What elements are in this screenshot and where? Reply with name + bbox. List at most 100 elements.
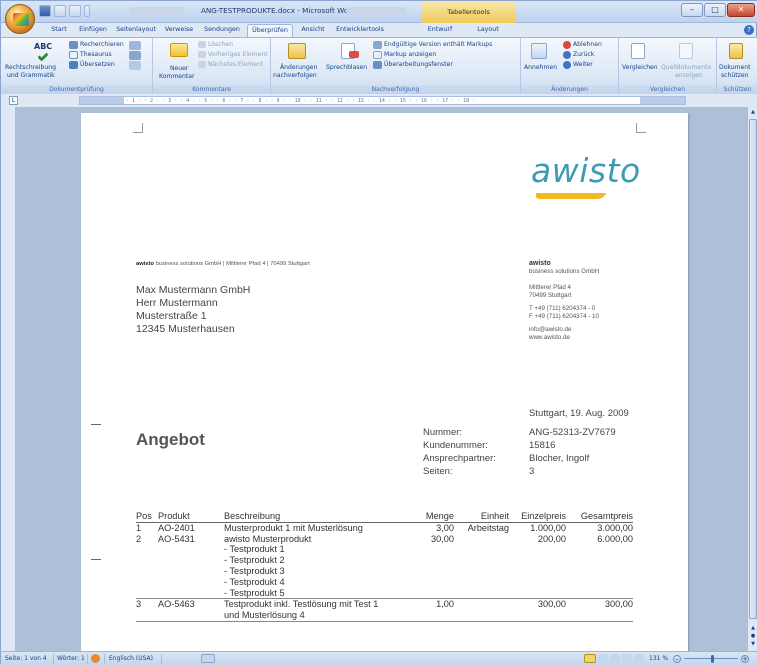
office-button[interactable] — [5, 4, 35, 34]
delete-comment-icon — [198, 41, 206, 48]
sender-text: business solutions GmbH | Mittlerer Pfad… — [155, 261, 310, 267]
macro-record-icon[interactable] — [201, 654, 215, 663]
web-layout-view-icon[interactable] — [610, 654, 620, 663]
research-button[interactable]: Recherchieren — [80, 41, 124, 49]
save-icon[interactable] — [39, 5, 51, 17]
tab-verweise[interactable]: Verweise — [161, 24, 197, 37]
tab-ueberpruefen[interactable]: Überprüfen — [247, 24, 293, 37]
crop-mark — [133, 123, 143, 133]
final-markup-icon — [373, 41, 382, 49]
reviewing-pane-button[interactable]: Überarbeitungsfenster — [384, 61, 453, 69]
cell-pos: 1 — [136, 522, 142, 533]
previous-comment-button[interactable]: Vorheriges Element — [208, 51, 268, 59]
divider — [87, 654, 88, 664]
ribbon: ABC Rechtschreibung und Grammatik Recher… — [1, 37, 757, 95]
group-label: Nachverfolgung — [271, 85, 520, 94]
description-line: - Testprodukt 3 — [224, 565, 285, 576]
document-area[interactable]: awisto awisto business solutions GmbH | … — [15, 107, 747, 651]
draft-view-icon[interactable] — [634, 654, 644, 663]
zoom-slider-thumb[interactable] — [711, 655, 714, 663]
previous-change-button[interactable]: Zurück — [573, 51, 594, 59]
zoom-level[interactable]: 131 % — [649, 655, 668, 662]
undo-icon[interactable] — [54, 5, 66, 17]
meta-value: Blocher, Ingolf — [529, 453, 590, 464]
show-markup-button[interactable]: Markup anzeigen — [384, 51, 436, 59]
table-row[interactable]: 1 AO-2401 Musterprodukt 1 mit Musterlösu… — [136, 522, 633, 533]
delete-comment-button[interactable]: Löschen — [208, 41, 233, 49]
table-row[interactable]: 2 AO-5431 awisto Musterprodukt - Testpro… — [136, 534, 633, 599]
show-markup-icon — [373, 51, 382, 59]
horizontal-ruler[interactable]: · 1 · · 2 · · 3 · · 4 · · 5 · · 6 · · 7 … — [79, 96, 686, 105]
cell-einheit: Arbeitstag — [467, 522, 509, 533]
sender-line: awisto business solutions GmbH | Mittler… — [136, 261, 310, 267]
next-comment-button[interactable]: Nächstes Element — [208, 61, 263, 69]
company-info: awisto business solutions GmbH Mittlerer… — [529, 260, 599, 342]
scrollbar-thumb[interactable] — [749, 119, 757, 619]
company-subtitle: business solutions GmbH — [529, 268, 600, 275]
language-icon[interactable] — [129, 51, 141, 60]
previous-change-icon — [563, 51, 571, 59]
zoom-out-icon[interactable]: – — [673, 655, 681, 663]
word-count[interactable]: Wörter: 1 — [57, 655, 85, 662]
research-icon — [69, 41, 78, 49]
cell-produkt: AO-2401 — [158, 522, 195, 533]
page[interactable]: awisto awisto business solutions GmbH | … — [81, 113, 688, 651]
track-changes-icon — [288, 43, 306, 59]
cell-produkt: AO-5463 — [158, 598, 224, 622]
next-page-icon[interactable]: ▼ — [749, 641, 757, 649]
cell-gesamtpreis: 3.000,00 — [597, 522, 633, 533]
col-header-gesamtpreis: Gesamtpreis — [566, 511, 633, 523]
customize-qat-icon[interactable] — [84, 5, 90, 17]
group-label: Änderungen — [521, 85, 618, 94]
proofing-icon[interactable] — [91, 654, 100, 663]
fold-mark — [91, 424, 101, 425]
next-change-button[interactable]: Weiter — [573, 61, 593, 69]
help-icon[interactable]: ? — [744, 25, 754, 35]
tab-seitenlayout[interactable]: Seitenlayout — [113, 24, 159, 37]
reject-icon — [563, 41, 571, 49]
track-changes-label-top: Änderungen — [280, 64, 318, 71]
tab-einfuegen[interactable]: Einfügen — [75, 24, 111, 37]
page-count[interactable]: Seite: 1 von 4 — [5, 655, 47, 662]
tab-ansicht[interactable]: Ansicht — [295, 24, 331, 37]
reject-button[interactable]: Ablehnen — [573, 41, 602, 49]
vertical-scrollbar[interactable]: ▲ ▲ ● ▼ — [747, 107, 757, 651]
translate-button[interactable]: Übersetzen — [80, 61, 115, 69]
outline-view-icon[interactable] — [622, 654, 632, 663]
redo-icon[interactable] — [69, 5, 81, 17]
scroll-up-icon[interactable]: ▲ — [749, 109, 757, 117]
print-layout-view-icon[interactable] — [584, 654, 596, 663]
language-indicator[interactable]: Englisch (USA) — [109, 655, 153, 662]
translate-tooltip-icon[interactable] — [129, 41, 141, 50]
items-table[interactable]: Pos Produkt Beschreibung Menge Einheit E… — [136, 511, 633, 624]
previous-page-icon[interactable]: ▲ — [749, 625, 757, 633]
full-screen-view-icon[interactable] — [598, 654, 608, 663]
group-kommentare: Neuer Kommentar Löschen Vorheriges Eleme… — [153, 38, 271, 95]
display-for-review-dropdown[interactable]: Endgültige Version enthält Markups — [384, 41, 492, 49]
tab-selector-icon[interactable]: L — [9, 96, 18, 105]
cell-einheit — [454, 534, 509, 599]
crop-mark — [636, 123, 646, 133]
table-row[interactable]: 3 AO-5463 Testprodukt inkl. Testlösung m… — [136, 598, 633, 622]
window-title: ANG-TESTPRODUKTE.docx - Microsoft Word — [201, 6, 356, 15]
company-city: 70499 Stuttgart — [529, 292, 572, 299]
zoom-in-icon[interactable]: + — [741, 655, 749, 663]
browse-object-icon[interactable]: ● — [749, 633, 757, 641]
word-count-icon[interactable] — [129, 61, 141, 70]
balloons-label: Sprechblasen — [326, 64, 368, 71]
reviewing-pane-icon — [373, 61, 382, 69]
tab-entwurf[interactable]: Entwurf — [423, 24, 457, 37]
close-button[interactable]: ✕ — [727, 3, 755, 17]
tab-start[interactable]: Start — [45, 24, 73, 37]
thesaurus-button[interactable]: Thesaurus — [80, 51, 112, 59]
tab-entwicklertools[interactable]: Entwicklertools — [333, 24, 387, 37]
minimize-button[interactable]: – — [681, 3, 703, 17]
description-line: - Testprodukt 4 — [224, 576, 285, 587]
maximize-button[interactable]: □ — [704, 3, 726, 17]
vertical-ruler — [1, 107, 15, 651]
tab-sendungen[interactable]: Sendungen — [199, 24, 245, 37]
group-schuetzen: Dokument schützen Schützen — [717, 38, 757, 95]
recipient-line: Herr Mustermann — [136, 297, 218, 309]
sender-brand: awisto — [136, 261, 155, 267]
tab-layout[interactable]: Layout — [471, 24, 505, 37]
